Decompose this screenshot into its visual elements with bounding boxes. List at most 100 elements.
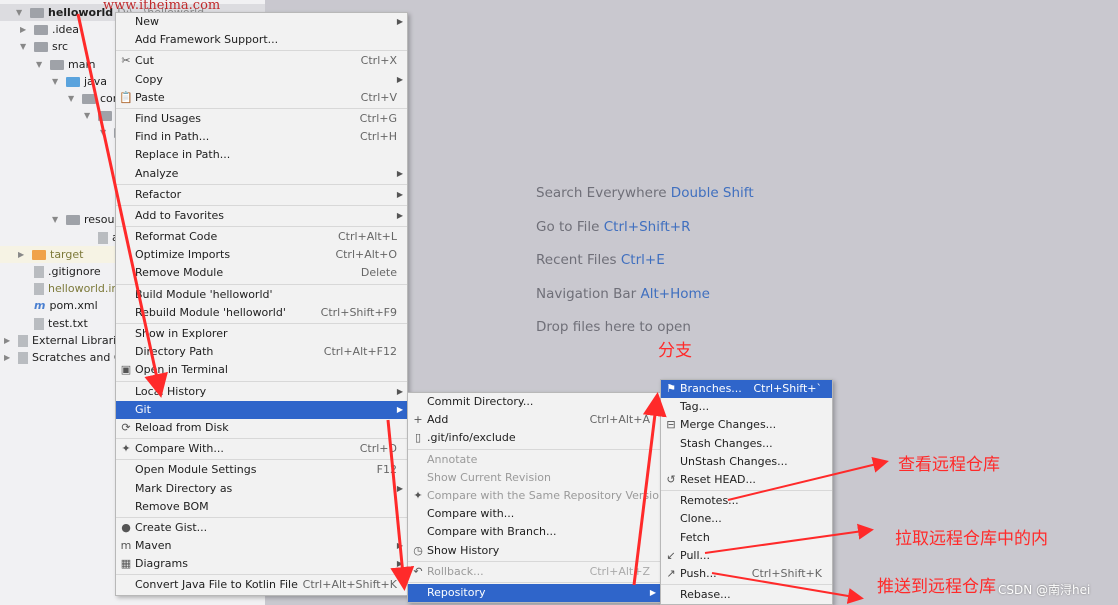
expand-down-icon[interactable]: ▼ xyxy=(36,56,46,73)
tree-node-label: target xyxy=(50,248,84,261)
menu-item-refactor[interactable]: Refactor ▶ xyxy=(116,186,407,204)
menu-item-pull[interactable]: ↙ Pull... xyxy=(661,547,832,565)
menu-item-show-history[interactable]: ◷ Show History xyxy=(408,542,660,560)
menu-item-open-module-settings[interactable]: Open Module Settings F12 xyxy=(116,461,407,479)
menu-item-analyze[interactable]: Analyze ▶ xyxy=(116,165,407,183)
tree-node[interactable]: ▶ .idea xyxy=(20,21,79,38)
menu-item-build-module-helloworld[interactable]: Build Module 'helloworld' xyxy=(116,286,407,304)
menu-item-tag[interactable]: Tag... xyxy=(661,398,832,416)
tree-node[interactable]: ▼ src xyxy=(20,38,68,55)
annotation-remotes: 查看远程仓库 xyxy=(898,455,1000,475)
tree-node-label: pom.xml xyxy=(49,299,98,312)
expand-down-icon[interactable]: ▼ xyxy=(52,211,62,228)
menu-item-convert-java-file-to-kotlin-file[interactable]: Convert Java File to Kotlin File Ctrl+Alt… xyxy=(116,576,407,594)
menu-item-show-in-explorer[interactable]: Show in Explorer xyxy=(116,325,407,343)
menu-item-compare-with[interactable]: ✦ Compare With... Ctrl+D xyxy=(116,440,407,458)
tree-node[interactable]: m pom.xml xyxy=(20,297,98,314)
menu-item-remove-module[interactable]: Remove Module Delete xyxy=(116,264,407,282)
menu-item-shortcut: Ctrl+Alt+Shift+K xyxy=(302,578,397,592)
menu-item-repository[interactable]: Repository ▶ xyxy=(408,583,660,603)
hint-text: Navigation Bar xyxy=(536,285,641,302)
package-icon xyxy=(82,93,96,104)
menu-item-label: Annotate xyxy=(427,452,478,466)
repository-submenu: ⚑ Branches... Ctrl+Shift+` Tag... ⊟ Merge Cha… xyxy=(660,379,833,605)
menu-item-diagrams[interactable]: ▦ Diagrams ▶ xyxy=(116,555,407,573)
tree-node[interactable]: helloworld.iml xyxy=(20,280,125,297)
menu-item-label: Rebuild Module 'helloworld' xyxy=(135,305,286,319)
tree-node[interactable]: ▶ External Libraries xyxy=(4,332,129,349)
tree-node-label: src xyxy=(52,40,69,53)
expand-down-icon[interactable]: ▼ xyxy=(20,38,30,55)
tree-node[interactable]: ▼ main xyxy=(36,56,95,73)
menu-item-copy[interactable]: Copy ▶ xyxy=(116,71,407,89)
menu-item-maven[interactable]: m Maven ▶ xyxy=(116,537,407,555)
menu-item-unstash-changes[interactable]: UnStash Changes... xyxy=(661,453,832,471)
menu-item-reload-from-disk[interactable]: ⟳ Reload from Disk xyxy=(116,419,407,437)
menu-item-label: Maven xyxy=(135,539,172,553)
expand-down-icon[interactable]: ▼ xyxy=(16,4,26,21)
expand-down-icon[interactable]: ▼ xyxy=(68,90,78,107)
menu-item-merge-changes[interactable]: ⊟ Merge Changes... xyxy=(661,416,832,434)
tree-node[interactable]: test.txt xyxy=(20,315,88,332)
branch-icon: ⚑ xyxy=(666,382,676,395)
menu-item-label: Remove Module xyxy=(135,266,224,280)
github-icon: ● xyxy=(121,520,131,534)
menu-item-commit-directory[interactable]: Commit Directory... xyxy=(408,393,660,411)
expand-right-icon[interactable]: ▶ xyxy=(4,349,14,366)
expand-right-icon[interactable]: ▶ xyxy=(4,332,14,349)
menu-item-push[interactable]: ↗ Push... Ctrl+Shift+K xyxy=(661,565,832,583)
expand-right-icon[interactable]: ▶ xyxy=(18,246,28,263)
menu-item-label: Mark Directory as xyxy=(135,481,233,495)
menu-item-fetch[interactable]: Fetch xyxy=(661,529,832,547)
menu-item-rebase[interactable]: Rebase... xyxy=(661,586,832,604)
menu-item-mark-directory-as[interactable]: Mark Directory as ▶ xyxy=(116,480,407,498)
menu-item-compare-with[interactable]: Compare with... xyxy=(408,505,660,523)
menu-item-stash-changes[interactable]: Stash Changes... xyxy=(661,435,832,453)
menu-item-add[interactable]: + Add Ctrl+Alt+A xyxy=(408,411,660,429)
menu-item-directory-path[interactable]: Directory Path Ctrl+Alt+F12 xyxy=(116,343,407,361)
menu-item-remove-bom[interactable]: Remove BOM xyxy=(116,498,407,516)
expand-down-icon[interactable]: ▼ xyxy=(52,73,62,90)
menu-item-reformat-code[interactable]: Reformat Code Ctrl+Alt+L xyxy=(116,228,407,246)
merge-icon: ⊟ xyxy=(666,418,676,432)
expand-right-icon[interactable]: ▶ xyxy=(20,21,30,38)
menu-item-label: Git xyxy=(135,402,151,416)
menu-item-label: Diagrams xyxy=(135,557,188,571)
menu-item-find-in-path[interactable]: Find in Path... Ctrl+H xyxy=(116,128,407,146)
maven-icon: m xyxy=(120,539,132,553)
menu-item-label: Open Module Settings xyxy=(135,463,257,477)
compare-icon: ✦ xyxy=(121,442,131,456)
menu-item-label: Remotes... xyxy=(680,494,739,508)
expand-down-icon[interactable]: ▼ xyxy=(84,107,94,124)
menu-item-local-history[interactable]: Local History ▶ xyxy=(116,383,407,401)
menu-item-new[interactable]: New ▶ xyxy=(116,13,407,31)
menu-item-find-usages[interactable]: Find Usages Ctrl+G xyxy=(116,110,407,128)
menu-item-open-in-terminal[interactable]: ▣ Open in Terminal xyxy=(116,361,407,379)
expand-down-icon[interactable]: ▼ xyxy=(100,124,110,141)
menu-item-replace-in-path[interactable]: Replace in Path... xyxy=(116,146,407,164)
menu-item-rebuild-module-helloworld[interactable]: Rebuild Module 'helloworld' Ctrl+Shift+F9 xyxy=(116,304,407,322)
folder-icon xyxy=(66,76,80,87)
menu-item-git-info-exclude[interactable]: ▯ .git/info/exclude xyxy=(408,429,660,447)
menu-item-git[interactable]: Git ▶ xyxy=(116,400,407,419)
menu-item-shortcut: F12 xyxy=(376,463,397,477)
tree-node[interactable]: ▼ java xyxy=(52,73,107,90)
menu-item-reset-head[interactable]: ↺ Reset HEAD... xyxy=(661,471,832,489)
menu-item-branches[interactable]: ⚑ Branches... Ctrl+Shift+` xyxy=(661,380,832,399)
submenu-arrow-icon: ▶ xyxy=(396,210,403,220)
pull-icon: ↙ xyxy=(666,548,676,562)
menu-item-paste[interactable]: 📋 Paste Ctrl+V xyxy=(116,89,407,107)
menu-item-compare-with-branch[interactable]: Compare with Branch... xyxy=(408,523,660,541)
menu-item-remotes[interactable]: Remotes... xyxy=(661,492,832,510)
menu-item-cut[interactable]: ✂ Cut Ctrl+X xyxy=(116,52,407,70)
hint-shortcut: Ctrl+E xyxy=(620,252,665,269)
hint-text: Drop files here to open xyxy=(536,319,691,336)
menu-item-add-to-favorites[interactable]: Add to Favorites ▶ xyxy=(116,207,407,225)
menu-item-add-framework-support[interactable]: Add Framework Support... xyxy=(116,31,407,49)
menu-item-create-gist[interactable]: ● Create Gist... xyxy=(116,519,407,537)
welcome-hint: Navigation Bar Alt+Home xyxy=(536,286,754,320)
menu-item-optimize-imports[interactable]: Optimize Imports Ctrl+Alt+O xyxy=(116,246,407,264)
tree-node[interactable]: .gitignore xyxy=(20,263,101,280)
menu-item-clone[interactable]: Clone... xyxy=(661,510,832,528)
tree-node-label: .idea xyxy=(52,23,80,36)
